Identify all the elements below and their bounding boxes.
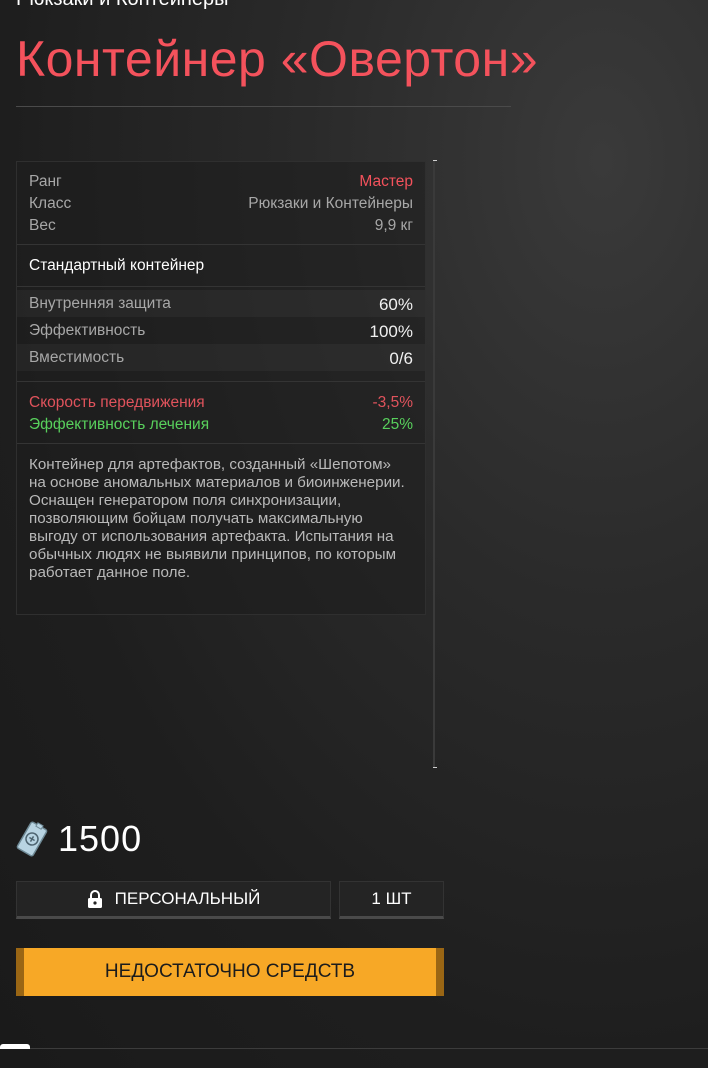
capacity-label: Вместимость — [29, 349, 125, 366]
coupon-icon — [16, 821, 48, 857]
weight-row: Вес 9,9 кг — [29, 217, 413, 235]
speed-effect-row: Скорость передвижения -3,5% — [29, 394, 413, 412]
scroll-bottom-tick — [433, 767, 437, 768]
efficiency-value: 100% — [369, 322, 413, 341]
bottom-tab-indicator[interactable] — [0, 1044, 30, 1049]
class-row: Класс Рюкзаки и Контейнеры — [29, 195, 413, 213]
rank-value: Мастер — [359, 173, 413, 190]
quantity-button[interactable]: 1 ШТ — [339, 881, 444, 919]
buy-label: НЕДОСТАТОЧНО СРЕДСТВ — [104, 961, 356, 982]
class-value: Рюкзаки и Контейнеры — [248, 195, 413, 212]
healing-effect-value: 25% — [381, 416, 413, 433]
speed-effect-value: -3,5% — [372, 394, 414, 411]
capacity-row: Вместимость 0/6 — [29, 349, 413, 369]
protection-row: Внутренняя защита 60% — [29, 295, 413, 315]
item-subtitle: Стандартный контейнер — [29, 257, 205, 274]
scroll-top-tick — [433, 160, 437, 161]
price-value: 1500 — [58, 818, 143, 859]
lock-icon — [87, 890, 102, 908]
price: 1500 — [16, 818, 142, 860]
protection-value: 60% — [378, 295, 413, 314]
protection-label: Внутренняя защита — [29, 295, 171, 312]
item-title: Контейнер «Овертон» — [16, 31, 539, 87]
rank-row: Ранг Мастер — [29, 173, 413, 191]
divider — [17, 381, 425, 382]
class-label: Класс — [29, 195, 72, 212]
item-description: Контейнер для артефактов, созданный «Шеп… — [29, 456, 405, 581]
divider — [17, 286, 425, 287]
rank-label: Ранг — [29, 173, 62, 190]
personal-label: ПЕРСОНАЛЬНЫЙ — [114, 889, 261, 908]
efficiency-row: Эффективность 100% — [29, 322, 413, 342]
divider — [17, 443, 425, 444]
healing-effect-row: Эффективность лечения 25% — [29, 416, 413, 434]
weight-label: Вес — [29, 217, 56, 234]
title-divider — [16, 106, 511, 107]
weight-value: 9,9 кг — [374, 217, 413, 234]
capacity-value: 0/6 — [389, 349, 413, 368]
divider — [17, 244, 425, 245]
healing-effect-label: Эффективность лечения — [29, 416, 210, 433]
personal-button[interactable]: ПЕРСОНАЛЬНЫЙ — [16, 881, 331, 919]
item-category: Рюкзаки и Контейнеры — [16, 0, 229, 11]
panel-scrollbar[interactable] — [433, 161, 435, 768]
bottom-divider — [0, 1048, 708, 1049]
buy-button[interactable]: НЕДОСТАТОЧНО СРЕДСТВ — [16, 948, 444, 996]
efficiency-label: Эффективность — [29, 322, 146, 339]
speed-effect-label: Скорость передвижения — [29, 394, 205, 411]
item-info-panel: Ранг Мастер Класс Рюкзаки и Контейнеры В… — [16, 161, 426, 615]
quantity-label: 1 ШТ — [371, 889, 412, 908]
